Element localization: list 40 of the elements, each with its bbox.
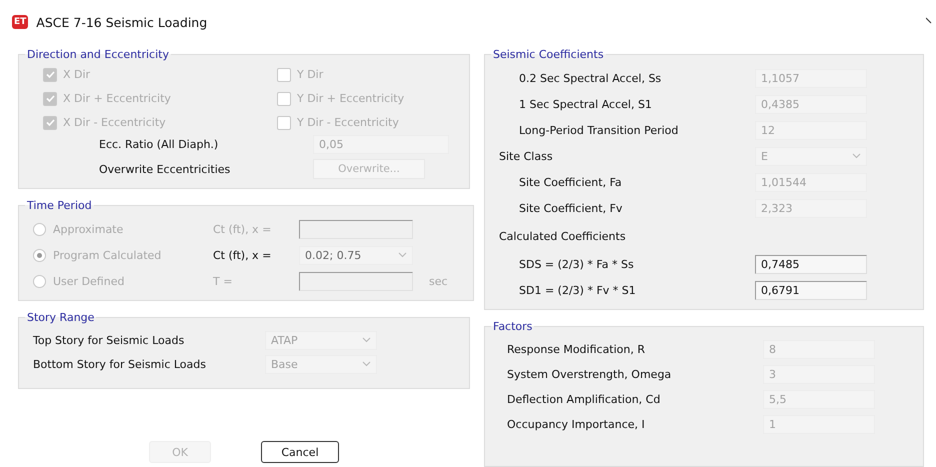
unit-label: sec — [429, 274, 449, 288]
param-label: Ct (ft), x = — [213, 222, 272, 236]
caret-icon — [362, 361, 371, 367]
input-field[interactable] — [299, 220, 413, 238]
field-label: Deflection Amplification, Cd — [507, 393, 662, 406]
caret-icon — [852, 153, 861, 159]
input-field[interactable] — [299, 272, 413, 290]
group-title: Direction and Eccentricity — [26, 48, 170, 61]
field-label: Site Coefficient, Fv — [519, 202, 624, 214]
coefficient-field[interactable]: 0,7485 — [755, 254, 867, 274]
field-label: 1 Sec Spectral Accel, S1 — [519, 98, 653, 110]
param-label: T = — [213, 274, 234, 288]
field-label: SD1 = (2/3) * Fv * S1 — [519, 284, 637, 296]
field-label: Ecc. Ratio (All Diaph.) — [99, 138, 220, 150]
check-icon — [46, 70, 54, 79]
field-label: SDS = (2/3) * Fa * Ss — [519, 258, 635, 270]
field-label: System Overstrength, Omega — [507, 368, 672, 381]
app-logo: ET — [12, 15, 28, 29]
field-label: Bottom Story for Seismic Loads — [33, 358, 207, 370]
coefficient-field[interactable]: 0,6791 — [755, 280, 867, 300]
check-icon — [46, 94, 54, 103]
caret-icon — [398, 252, 407, 258]
field-label: Long-Period Transition Period — [519, 124, 680, 136]
group-title: Factors — [492, 320, 534, 333]
field-label: Response Modification, R — [507, 343, 646, 356]
field-label: Top Story for Seismic Loads — [33, 334, 186, 346]
group-title: Story Range — [26, 311, 96, 324]
group-title: Time Period — [26, 199, 93, 212]
param-label: Ct (ft), x = — [213, 248, 272, 262]
caret-icon — [362, 337, 371, 343]
field-label: Site Coefficient, Fa — [519, 176, 623, 188]
group-title: Seismic Coefficients — [492, 48, 605, 61]
check-icon — [46, 118, 54, 127]
section-heading: Calculated Coefficients — [499, 230, 627, 242]
field-label: Occupancy Importance, I — [507, 418, 646, 431]
field-label: 0.2 Sec Spectral Accel, Ss — [519, 72, 662, 84]
field-label: Site Class — [499, 150, 554, 162]
field-label: Overwrite Eccentricities — [99, 162, 232, 176]
dialog-button[interactable]: Cancel — [261, 441, 339, 463]
window-title: ASCE 7-16 Seismic Loading — [36, 14, 208, 30]
